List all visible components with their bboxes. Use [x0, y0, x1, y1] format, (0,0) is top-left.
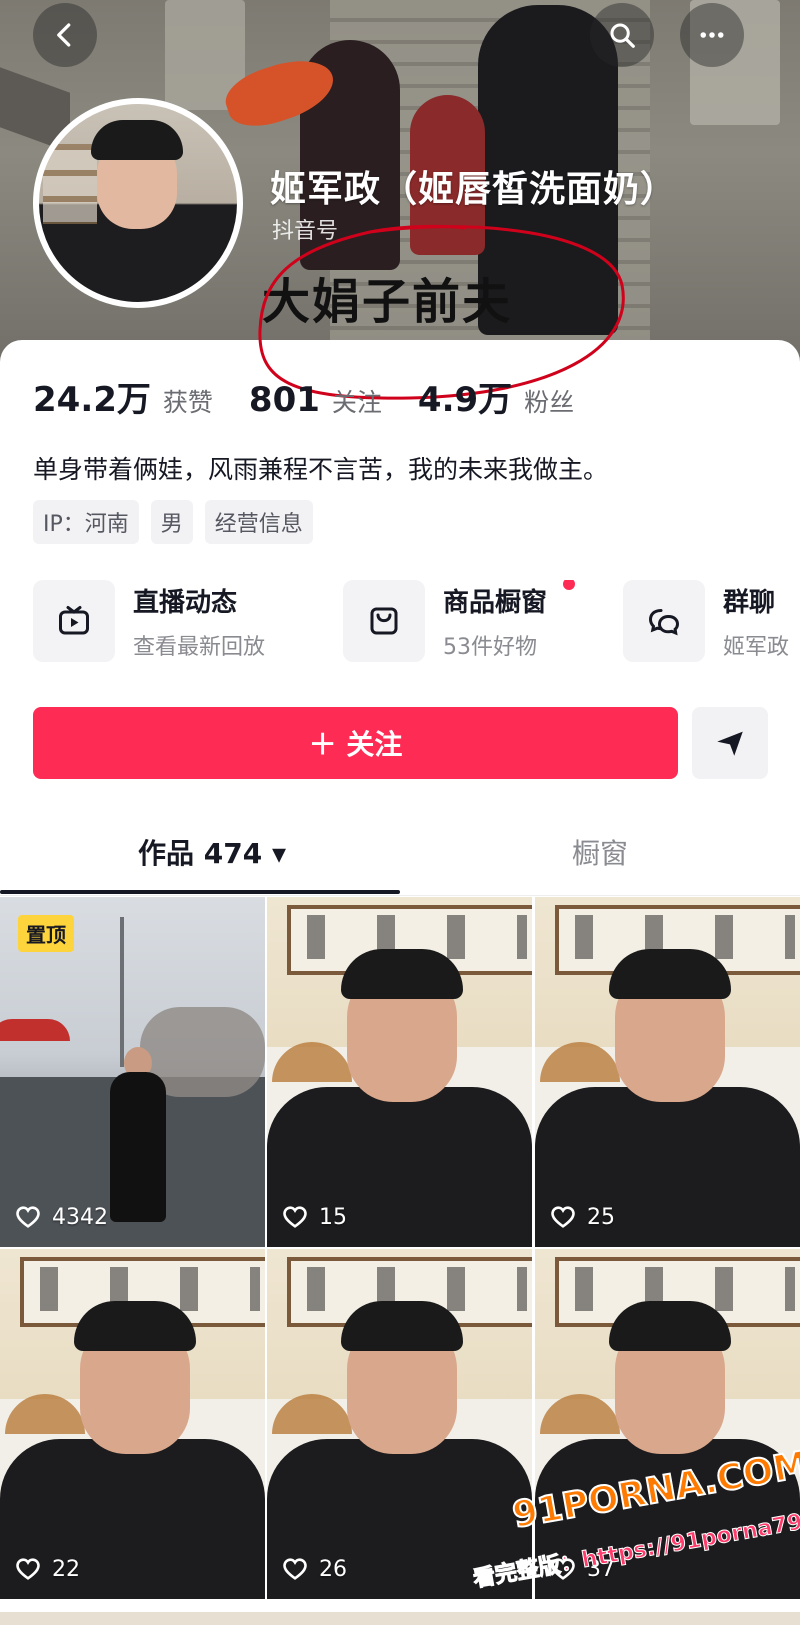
search-button[interactable]: [590, 3, 654, 67]
stat-likes[interactable]: 24.2万 获赞: [33, 372, 213, 421]
video-likes: 25: [549, 1203, 615, 1231]
feature-shop[interactable]: 商品橱窗 53件好物: [343, 580, 547, 662]
video-thumbnail[interactable]: 26: [267, 1249, 532, 1599]
stat-followers-label: 粉丝: [524, 388, 575, 417]
thumb-streetlight: [120, 917, 124, 1067]
feature-shop-icon-box: [343, 580, 425, 662]
heart-icon: [283, 1558, 307, 1580]
feature-live-subtitle: 查看最新回放: [133, 634, 266, 660]
thumb-person-hair: [341, 949, 463, 999]
avatar-hair: [91, 120, 183, 160]
feature-chat-icon-box: [623, 580, 705, 662]
video-likes-count: 15: [319, 1204, 347, 1230]
video-thumbnail[interactable]: 37: [535, 1249, 800, 1599]
video-likes-count: 25: [587, 1204, 615, 1230]
profile-username: 姬军政（姬唇皙洗面奶）: [270, 169, 678, 210]
douyin-id-label: 抖音号: [272, 219, 339, 244]
stat-following[interactable]: 801 关注: [249, 380, 382, 420]
tab-works[interactable]: 作品 474 ▾: [138, 832, 286, 872]
video-likes: 22: [14, 1555, 80, 1583]
stat-followers-value: 4.9万: [417, 380, 513, 420]
next-row-peek: [0, 1612, 800, 1625]
tag-business-info[interactable]: 经营信息: [204, 500, 313, 544]
stat-following-label: 关注: [331, 388, 382, 417]
video-thumbnail[interactable]: 22: [0, 1249, 265, 1599]
thumb-person-hair: [609, 1301, 731, 1351]
video-likes: 15: [281, 1203, 347, 1231]
live-tv-icon: [59, 606, 89, 635]
video-thumbnail[interactable]: 15: [267, 897, 532, 1247]
thumb-person-hair: [609, 949, 731, 999]
annotation-text: 大娟子前夫: [262, 274, 513, 330]
avatar[interactable]: [33, 98, 243, 308]
back-button[interactable]: [33, 3, 97, 67]
profile-stats: 24.2万 获赞 801 关注 4.9万 粉丝: [33, 372, 610, 421]
chevron-left-icon: [57, 23, 71, 47]
video-likes-count: 26: [319, 1556, 347, 1582]
video-likes: 26: [281, 1555, 347, 1583]
heart-icon: [16, 1558, 40, 1580]
feature-live-title: 直播动态: [133, 587, 238, 618]
search-icon: [610, 23, 635, 48]
video-likes: 37: [549, 1555, 615, 1583]
feature-live-icon-box: [33, 580, 115, 662]
active-tab-indicator: [0, 890, 400, 894]
shopping-bag-icon: [370, 607, 398, 635]
heart-icon: [551, 1558, 575, 1580]
feature-shop-title: 商品橱窗: [443, 587, 548, 618]
feature-shop-text: 商品橱窗 53件好物: [443, 582, 547, 661]
stat-likes-value: 24.2万: [33, 380, 151, 420]
video-likes-count: 37: [587, 1556, 615, 1582]
thumb-person-hair: [74, 1301, 196, 1351]
feature-live-text: 直播动态 查看最新回放: [133, 582, 265, 661]
pinned-badge: 置顶: [18, 915, 74, 952]
video-likes: 4342: [14, 1203, 108, 1231]
video-likes-count: 4342: [52, 1204, 108, 1230]
profile-tags: IP：河南 男 经营信息: [33, 500, 325, 544]
stat-likes-label: 获赞: [162, 388, 213, 417]
heart-icon: [551, 1206, 575, 1228]
stat-following-value: 801: [248, 380, 320, 420]
more-dots-icon: [700, 32, 724, 38]
feature-chat-text: 群聊 姬军政: [723, 582, 789, 661]
send-icon: [717, 731, 743, 756]
video-grid: 置顶 4342 15 25 22 26 37: [0, 897, 800, 1625]
profile-bio: 单身带着俩娃，风雨兼程不言苦，我的未来我做主。: [33, 455, 609, 484]
thumb-person-hair: [341, 1301, 463, 1351]
feature-group-chat[interactable]: 群聊 姬军政: [623, 580, 789, 662]
send-message-button[interactable]: [692, 707, 768, 779]
follow-button[interactable]: ＋ 关注: [33, 707, 678, 779]
content-tabs: 作品 474 ▾ 橱窗: [0, 820, 800, 896]
tag-ip-location: IP：河南: [33, 500, 139, 544]
thumb-umbrella: [0, 1019, 70, 1041]
follow-button-label: ＋ 关注: [308, 728, 403, 761]
feature-live[interactable]: 直播动态 查看最新回放: [33, 580, 265, 662]
feature-row: 直播动态 查看最新回放 商品橱窗 53件好物 群聊 姬军政: [33, 580, 800, 666]
avatar-bookshelf: [43, 144, 97, 224]
tag-gender: 男: [150, 500, 193, 544]
chat-bubbles-icon: [648, 609, 680, 636]
feature-shop-subtitle: 53件好物: [443, 634, 537, 660]
feature-chat-subtitle: 姬军政: [723, 634, 790, 660]
more-button[interactable]: [680, 3, 744, 67]
heart-icon: [16, 1206, 40, 1228]
tab-showcase[interactable]: 橱窗: [572, 832, 628, 872]
stat-followers[interactable]: 4.9万 粉丝: [418, 372, 574, 421]
feature-chat-title: 群聊: [723, 587, 776, 618]
video-likes-count: 22: [52, 1556, 80, 1582]
video-thumbnail[interactable]: 置顶 4342: [0, 897, 265, 1247]
video-thumbnail[interactable]: 25: [535, 897, 800, 1247]
heart-icon: [283, 1206, 307, 1228]
notification-dot: [563, 580, 575, 590]
thumb-person-body: [110, 1072, 166, 1222]
